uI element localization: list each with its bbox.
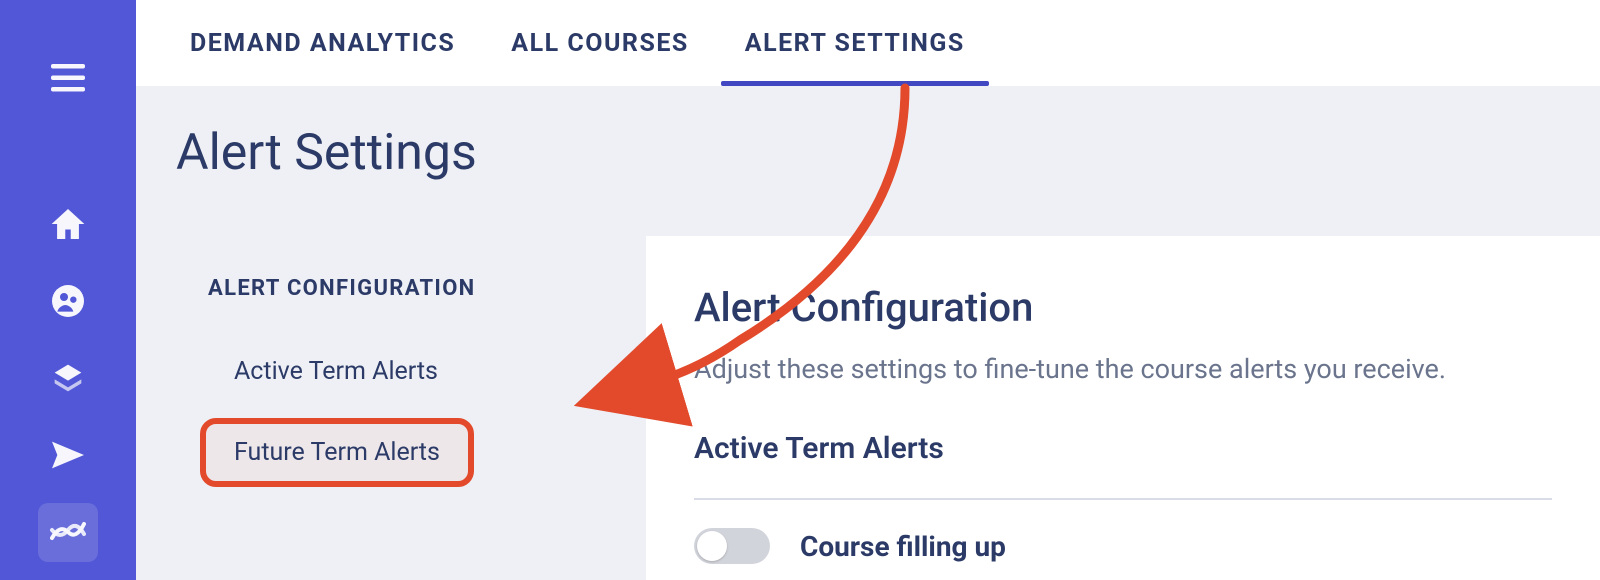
- alert-config-card: Alert Configuration Adjust these setting…: [646, 236, 1600, 580]
- send-icon: [52, 441, 84, 469]
- divider: [694, 498, 1552, 500]
- tab-alert-settings[interactable]: ALERT SETTINGS: [721, 29, 989, 86]
- page-title: Alert Settings: [136, 86, 1600, 182]
- alert-subnav: ALERT CONFIGURATION Active Term Alerts F…: [200, 276, 580, 493]
- toggle-course-filling[interactable]: [694, 528, 770, 564]
- tab-demand-analytics[interactable]: DEMAND ANALYTICS: [166, 29, 479, 86]
- sidebar: [0, 0, 136, 580]
- top-tabs: DEMAND ANALYTICS ALL COURSES ALERT SETTI…: [136, 0, 1600, 86]
- toggle-knob: [697, 531, 727, 561]
- card-title: Alert Configuration: [694, 284, 1552, 331]
- nav-people[interactable]: [38, 271, 98, 330]
- section-title-active-term: Active Term Alerts: [694, 431, 1552, 466]
- people-circle-icon: [52, 285, 84, 317]
- menu-button[interactable]: [38, 48, 98, 107]
- subnav-item-future-term-alerts[interactable]: Future Term Alerts: [200, 418, 474, 487]
- nav-home[interactable]: [38, 194, 98, 253]
- page-content: Alert Settings ALERT CONFIGURATION Activ…: [136, 86, 1600, 580]
- analytics-icon: [50, 520, 86, 544]
- layers-icon: [52, 362, 84, 394]
- card-subtitle: Adjust these settings to fine-tune the c…: [694, 351, 1552, 389]
- hamburger-icon: [51, 64, 85, 92]
- tab-all-courses[interactable]: ALL COURSES: [487, 29, 713, 86]
- home-icon: [51, 209, 85, 239]
- nav-layers[interactable]: [38, 348, 98, 407]
- nav-analytics[interactable]: [38, 503, 98, 562]
- nav-send[interactable]: [38, 426, 98, 485]
- subnav-item-active-term-alerts[interactable]: Active Term Alerts: [200, 337, 472, 406]
- setting-row-course-filling: Course filling up: [694, 528, 1552, 564]
- setting-label-course-filling: Course filling up: [800, 528, 1006, 563]
- subnav-heading: ALERT CONFIGURATION: [200, 276, 580, 331]
